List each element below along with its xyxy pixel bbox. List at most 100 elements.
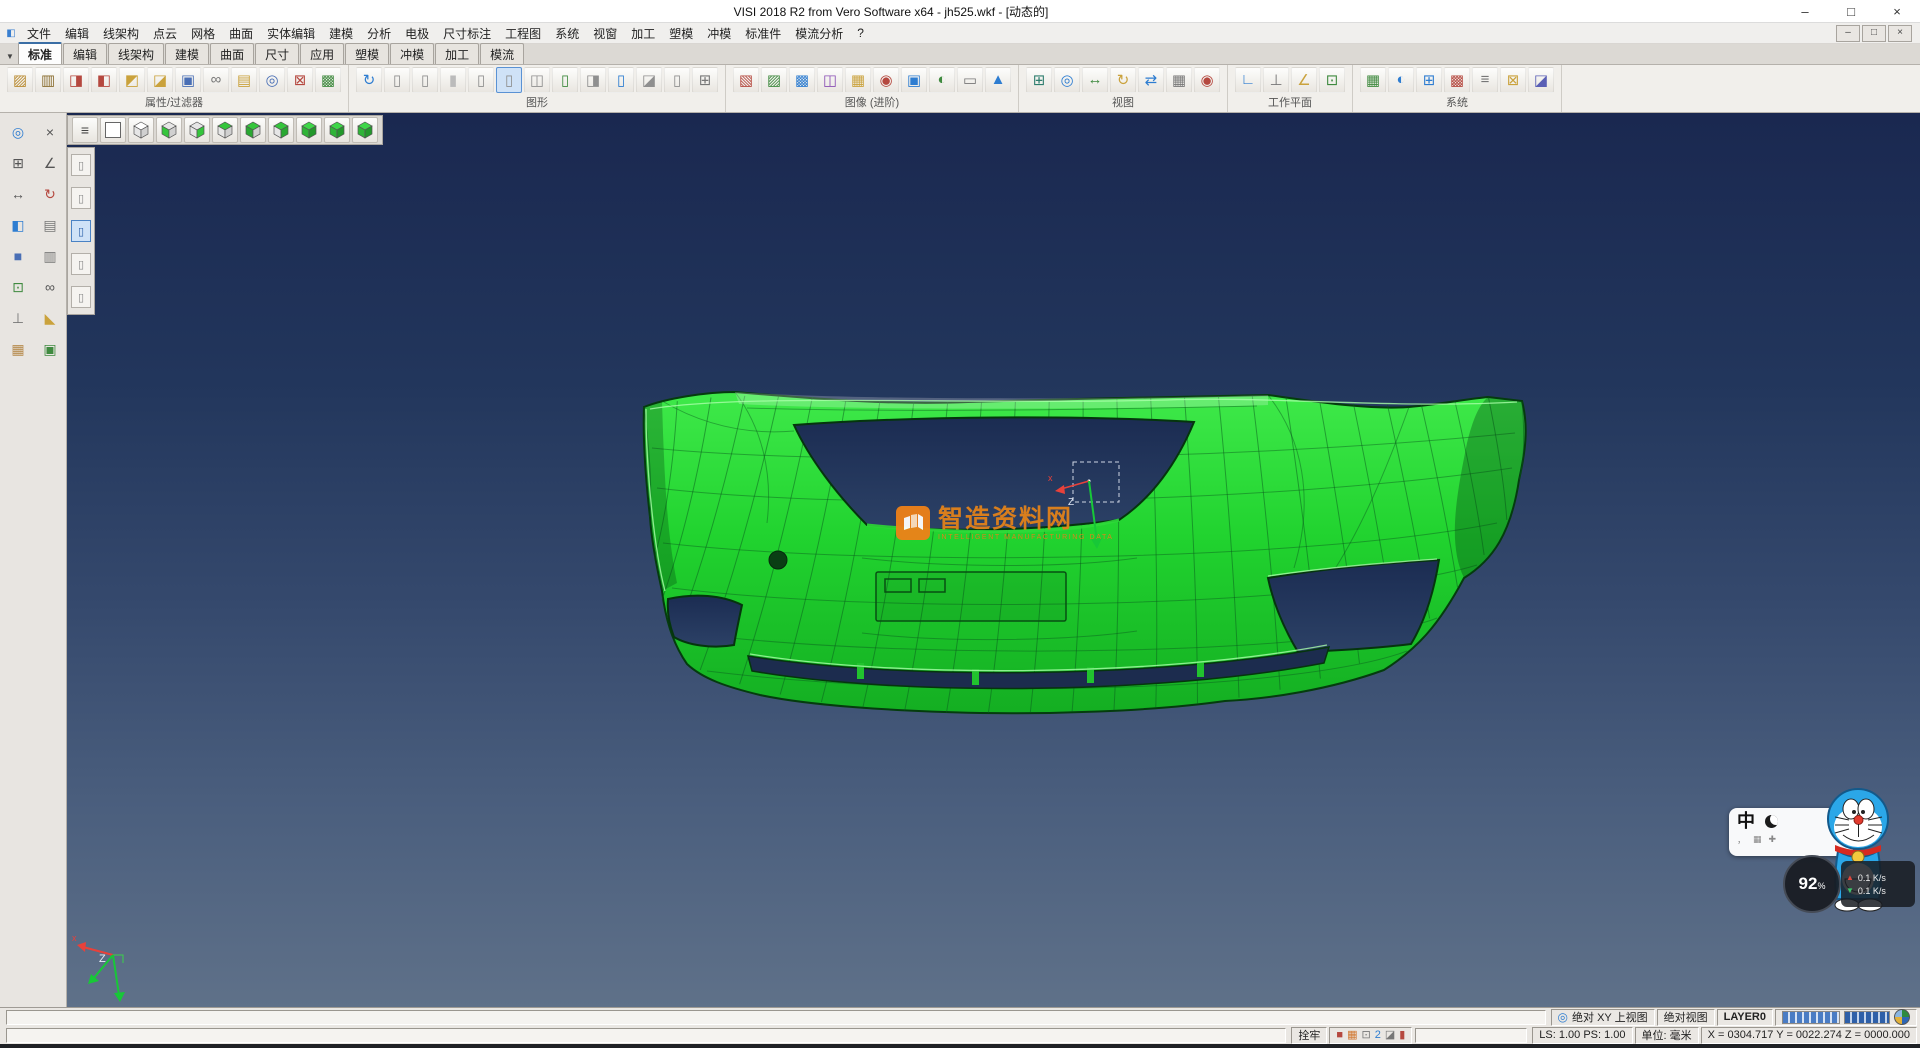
export-tool-icon[interactable]: ▣ xyxy=(35,335,65,363)
background-icon[interactable]: ▣ xyxy=(901,67,927,93)
view-shaded-1-icon[interactable] xyxy=(296,117,322,143)
zebra-icon[interactable]: ◪ xyxy=(636,67,662,93)
system-globe-icon[interactable]: ◐ xyxy=(1388,67,1414,93)
pan-tool-icon[interactable]: ↔ xyxy=(3,180,33,208)
menu-item-文件[interactable]: 文件 xyxy=(20,23,58,44)
tab-加工[interactable]: 加工 xyxy=(435,43,479,64)
child-restore-button[interactable]: □ xyxy=(1862,25,1886,42)
status-snap-icon[interactable]: ■ xyxy=(1336,1029,1343,1041)
rotate-tool-icon[interactable]: ↻ xyxy=(35,180,65,208)
view-iso-left-icon[interactable] xyxy=(240,117,266,143)
sheet-tool-icon[interactable]: ▤ xyxy=(35,211,65,239)
tab-塑模[interactable]: 塑模 xyxy=(345,43,389,64)
curve-tool-icon[interactable]: ∞ xyxy=(35,273,65,301)
view-plan-icon[interactable] xyxy=(100,117,126,143)
ime-punctuation-icon[interactable]: ， xyxy=(1737,833,1746,846)
erase-icon[interactable]: ⊠ xyxy=(287,67,313,93)
doc-view-4-button[interactable]: ▯ xyxy=(71,253,91,275)
layer-assign-icon[interactable]: ▤ xyxy=(231,67,257,93)
system-window-icon[interactable]: ⊞ xyxy=(1416,67,1442,93)
view-shaded-2-icon[interactable] xyxy=(324,117,350,143)
view-iso-wire-icon[interactable] xyxy=(128,117,154,143)
shaded-edges-icon[interactable]: ▯ xyxy=(468,67,494,93)
tab-dropdown-button[interactable]: ▼ xyxy=(2,48,18,64)
menu-item-加工[interactable]: 加工 xyxy=(624,23,662,44)
child-close-button[interactable]: × xyxy=(1888,25,1912,42)
workplane-xy-icon[interactable]: ∟ xyxy=(1235,67,1261,93)
surface-tool-icon[interactable]: ◧ xyxy=(3,211,33,239)
filter-all-icon[interactable]: ◨ xyxy=(63,67,89,93)
dimension-tool-icon[interactable]: ⊥ xyxy=(3,304,33,332)
curvature-icon[interactable]: ▯ xyxy=(608,67,634,93)
multi-view-icon[interactable]: ▦ xyxy=(1166,67,1192,93)
texture-icon[interactable]: ◫ xyxy=(817,67,843,93)
point-tool-icon[interactable]: ⊡ xyxy=(3,273,33,301)
rotate-view-icon[interactable]: ↻ xyxy=(1110,67,1136,93)
globe-icon[interactable] xyxy=(1894,1009,1910,1025)
doc-view-2-button[interactable]: ▯ xyxy=(71,187,91,209)
view-point-icon[interactable]: ◉ xyxy=(1194,67,1220,93)
tab-编辑[interactable]: 编辑 xyxy=(63,43,107,64)
system-list-icon[interactable]: ≡ xyxy=(1472,67,1498,93)
view-side-icon[interactable] xyxy=(184,117,210,143)
doc-view-1-button[interactable]: ▯ xyxy=(71,154,91,176)
status-help2-icon[interactable]: 2 xyxy=(1375,1029,1381,1041)
render-green-icon[interactable]: ▨ xyxy=(761,67,787,93)
system-table-icon[interactable]: ▩ xyxy=(1444,67,1470,93)
tab-标准[interactable]: 标准 xyxy=(18,42,62,64)
menu-item-尺寸标注[interactable]: 尺寸标注 xyxy=(436,23,498,44)
tab-模流[interactable]: 模流 xyxy=(480,43,524,64)
ime-keyboard-icon[interactable]: ▦ xyxy=(1753,834,1762,845)
notes-tool-icon[interactable]: ▥ xyxy=(35,242,65,270)
material-icon[interactable]: ▦ xyxy=(845,67,871,93)
minimize-button[interactable]: – xyxy=(1782,0,1828,22)
repaint-icon[interactable]: ▩ xyxy=(315,67,341,93)
light-icon[interactable]: ◉ xyxy=(873,67,899,93)
battery-percent-widget[interactable]: 92% xyxy=(1783,855,1841,913)
zoom-window-icon[interactable]: ⊞ xyxy=(1026,67,1052,93)
menu-item-工程图[interactable]: 工程图 xyxy=(498,23,548,44)
view-search-segment[interactable]: ◎ 绝对 XY 上视图 xyxy=(1551,1009,1655,1026)
bumper-model[interactable] xyxy=(644,392,1526,713)
layer-segment[interactable]: LAYER0 xyxy=(1717,1009,1773,1026)
doc-view-5-button[interactable]: ▯ xyxy=(71,286,91,308)
render-blue-icon[interactable]: ▩ xyxy=(789,67,815,93)
menu-item-建模[interactable]: 建模 xyxy=(322,23,360,44)
menu-item-点云[interactable]: 点云 xyxy=(146,23,184,44)
menu-item-塑模[interactable]: 塑模 xyxy=(662,23,700,44)
scale-segment[interactable]: LS: 1.00 PS: 1.00 xyxy=(1532,1027,1632,1044)
selection-brush-icon[interactable]: ▣ xyxy=(175,67,201,93)
system-macro-icon[interactable]: ⊠ xyxy=(1500,67,1526,93)
select-icon[interactable]: ◎ xyxy=(3,118,33,146)
filter-surface-icon[interactable]: ◪ xyxy=(147,67,173,93)
layers-tool-icon[interactable]: ▦ xyxy=(3,335,33,363)
pan-icon[interactable]: ↔ xyxy=(1082,67,1108,93)
trim-icon[interactable]: × xyxy=(35,118,65,146)
close-button[interactable]: × xyxy=(1874,0,1920,22)
menu-item-网格[interactable]: 网格 xyxy=(184,23,222,44)
section-view-icon[interactable]: ▯ xyxy=(552,67,578,93)
menu-item-分析[interactable]: 分析 xyxy=(360,23,398,44)
status-osnap-icon[interactable]: ⊡ xyxy=(1361,1029,1370,1041)
settings-grid-icon[interactable]: ▦ xyxy=(1360,67,1386,93)
view-top-icon[interactable] xyxy=(212,117,238,143)
workplane-angle-icon[interactable]: ∠ xyxy=(1291,67,1317,93)
menu-item-线架构[interactable]: 线架构 xyxy=(96,23,146,44)
view-iso-right-icon[interactable] xyxy=(268,117,294,143)
menu-item-实体编辑[interactable]: 实体编辑 xyxy=(260,23,322,44)
render-red-icon[interactable]: ▧ xyxy=(733,67,759,93)
dynamic-view-icon[interactable]: ⇄ xyxy=(1138,67,1164,93)
attribute-copy-icon[interactable]: ▥ xyxy=(35,67,61,93)
dynamic-hidden-icon[interactable]: ▯ xyxy=(496,67,522,93)
reflection-icon[interactable]: ▯ xyxy=(664,67,690,93)
wireframe-view-icon[interactable]: ▯ xyxy=(384,67,410,93)
view-shaded-3-icon[interactable] xyxy=(352,117,378,143)
visibility-icon[interactable]: ◎ xyxy=(259,67,285,93)
menu-item-?[interactable]: ? xyxy=(850,24,871,42)
menu-item-冲模[interactable]: 冲模 xyxy=(700,23,738,44)
measure-icon[interactable]: ∠ xyxy=(35,149,65,177)
doc-view-3-button[interactable]: ▯ xyxy=(71,220,91,242)
tab-尺寸[interactable]: 尺寸 xyxy=(255,43,299,64)
properties-icon[interactable]: ▨ xyxy=(7,67,33,93)
tab-线架构[interactable]: 线架构 xyxy=(108,43,164,64)
